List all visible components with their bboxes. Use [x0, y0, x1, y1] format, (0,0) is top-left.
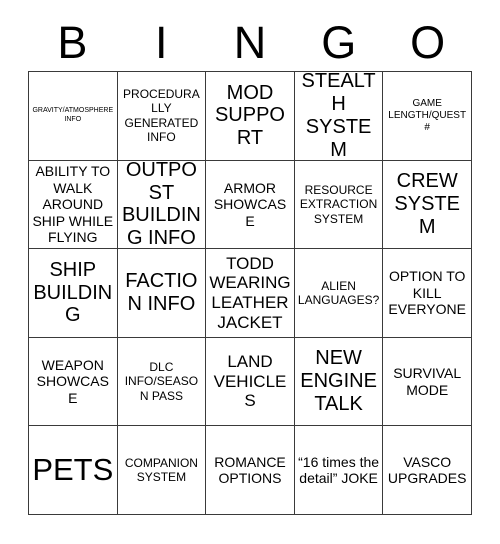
bingo-cell[interactable]: DLC INFO/SEASON PASS — [117, 337, 207, 427]
bingo-cell[interactable]: SURVIVAL MODE — [383, 337, 472, 427]
bingo-cell-label: DLC INFO/SEASON PASS — [124, 360, 199, 403]
bingo-cell-label: LAND VEHICLES — [213, 352, 287, 411]
bingo-cell[interactable]: “16 times the detail” JOKE — [294, 426, 384, 515]
bingo-cell-label: VASCO UPGRADES — [387, 453, 467, 487]
bingo-cell-label: COMPANION SYSTEM — [124, 455, 198, 485]
bingo-cell[interactable]: GAME LENGTH/QUEST # — [383, 72, 472, 161]
bingo-header: B I N G O — [28, 14, 472, 71]
bingo-header-letter-n: N — [233, 17, 267, 68]
bingo-cell[interactable]: ARMOR SHOWCASE — [206, 160, 295, 250]
bingo-cell-label: ALIEN LANGUAGES? — [297, 278, 380, 307]
bingo-cell-label: GAME LENGTH/QUEST # — [388, 97, 467, 133]
bingo-cell[interactable]: PETS — [29, 426, 118, 515]
bingo-cell-label: OPTION TO KILL EVERYONE — [388, 268, 466, 318]
bingo-cell-label: PETS — [32, 452, 114, 488]
bingo-header-letter-o: O — [410, 17, 446, 68]
bingo-header-letter-g: G — [321, 17, 357, 68]
bingo-cell-label: MOD SUPPORT — [214, 81, 285, 150]
bingo-cell[interactable]: MOD SUPPORT — [206, 72, 295, 161]
bingo-grid: GRAVITY/ATMOSPHERE INFO PROCEDURALLY GEN… — [28, 71, 472, 515]
bingo-cell[interactable]: VASCO UPGRADES — [383, 426, 472, 515]
bingo-cell-label: OUTPOST BUILDING INFO — [121, 160, 201, 250]
bingo-cell-label: STEALTH SYSTEM — [301, 72, 376, 161]
bingo-cell[interactable]: TODD WEARING LEATHER JACKET — [206, 249, 295, 338]
bingo-cell-label: ARMOR SHOWCASE — [213, 179, 287, 229]
bingo-cell-label: NEW ENGINE TALK — [300, 347, 377, 415]
bingo-cell[interactable]: OPTION TO KILL EVERYONE — [383, 249, 472, 338]
bingo-cell[interactable]: ABILITY TO WALK AROUND SHIP WHILE FLYING — [29, 160, 118, 250]
bingo-cell[interactable]: ROMANCE OPTIONS — [206, 426, 295, 515]
bingo-cell-label: ROMANCE OPTIONS — [214, 453, 286, 487]
bingo-cell[interactable]: SHIP BUILDING — [29, 249, 118, 338]
bingo-cell[interactable]: STEALTH SYSTEM — [294, 72, 384, 161]
bingo-cell[interactable]: NEW ENGINE TALK — [294, 337, 384, 427]
bingo-cell-label: TODD WEARING LEATHER JACKET — [209, 253, 291, 332]
bingo-cell[interactable]: COMPANION SYSTEM — [117, 426, 207, 515]
bingo-cell-label: “16 times the detail” JOKE — [298, 453, 380, 487]
bingo-cell-label: SURVIVAL MODE — [393, 365, 462, 398]
bingo-cell-label: RESOURCE EXTRACTION SYSTEM — [299, 182, 378, 226]
bingo-cell[interactable]: ALIEN LANGUAGES? — [294, 249, 384, 338]
bingo-card: B I N G O GRAVITY/ATMOSPHERE INFO PROCED… — [0, 0, 500, 544]
bingo-cell[interactable]: PROCEDURALLY GENERATED INFO — [117, 72, 207, 161]
bingo-cell-label: FACTION INFO — [125, 270, 198, 315]
bingo-cell[interactable]: LAND VEHICLES — [206, 337, 295, 427]
bingo-header-letter-b: B — [57, 17, 88, 68]
bingo-cell-label: PROCEDURALLY GENERATED INFO — [123, 87, 200, 145]
bingo-cell[interactable]: FACTION INFO — [117, 249, 207, 338]
bingo-cell-label: CREW SYSTEM — [394, 170, 460, 238]
bingo-cell[interactable]: GRAVITY/ATMOSPHERE INFO — [29, 72, 118, 161]
bingo-cell-label: WEAPON SHOWCASE — [36, 356, 109, 406]
bingo-cell[interactable]: RESOURCE EXTRACTION SYSTEM — [294, 160, 384, 250]
bingo-cell[interactable]: CREW SYSTEM — [383, 160, 472, 250]
bingo-cell-label: SHIP BUILDING — [33, 258, 113, 327]
bingo-cell-label: ABILITY TO WALK AROUND SHIP WHILE FLYING — [32, 163, 114, 246]
bingo-header-letter-i: I — [154, 17, 168, 68]
bingo-cell[interactable]: WEAPON SHOWCASE — [29, 337, 118, 427]
bingo-cell-label: GRAVITY/ATMOSPHERE INFO — [32, 107, 114, 123]
bingo-cell[interactable]: OUTPOST BUILDING INFO — [117, 160, 207, 250]
